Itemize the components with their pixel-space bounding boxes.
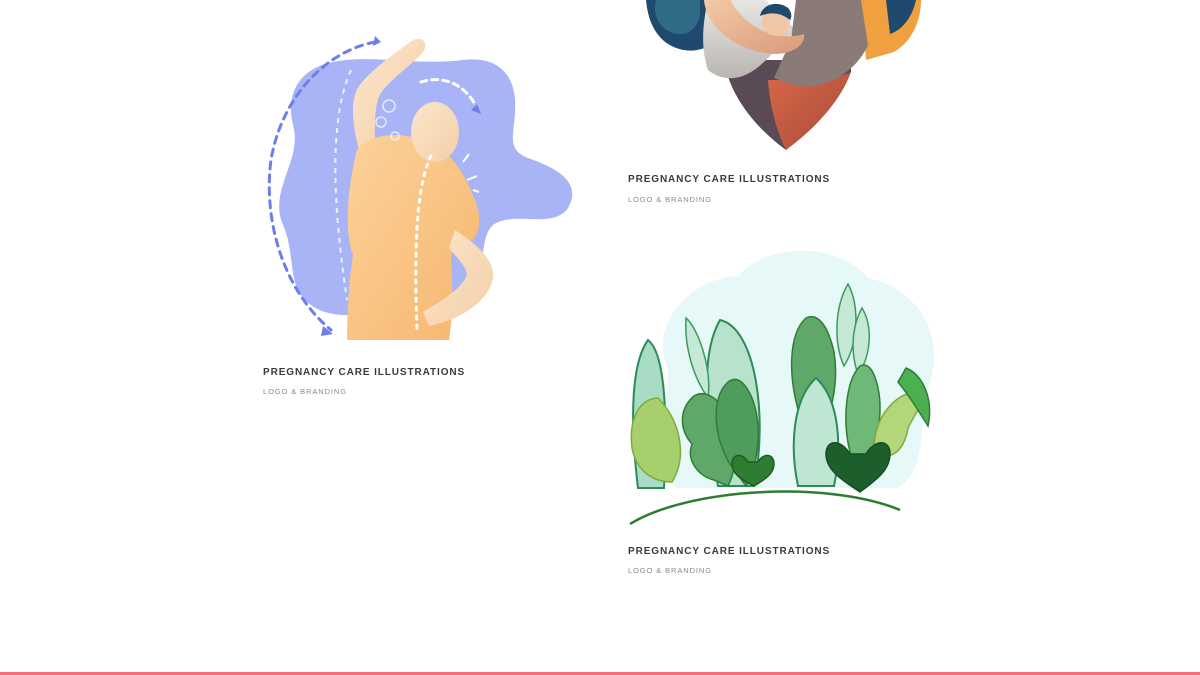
portfolio-item-title[interactable]: PREGNANCY CARE ILLUSTRATIONS [263,367,465,378]
portfolio-item-plants[interactable]: PREGNANCY CARE ILLUSTRATIONS LOGO & BRAN… [628,248,948,588]
portfolio-item-mother-baby[interactable]: PREGNANCY CARE ILLUSTRATIONS LOGO & BRAN… [628,0,928,210]
portfolio-item-category[interactable]: LOGO & BRANDING [628,566,712,575]
green-plants-illustration[interactable] [628,248,948,530]
portfolio-item-title[interactable]: PREGNANCY CARE ILLUSTRATIONS [628,174,830,185]
portfolio-item-category[interactable]: LOGO & BRANDING [628,195,712,204]
portfolio-item-title[interactable]: PREGNANCY CARE ILLUSTRATIONS [628,546,830,557]
mother-baby-heart-illustration[interactable] [646,0,926,155]
portfolio-item-category[interactable]: LOGO & BRANDING [263,387,347,396]
person-stretching-illustration[interactable] [263,30,583,350]
portfolio-item-stretching[interactable]: PREGNANCY CARE ILLUSTRATIONS LOGO & BRAN… [263,30,583,400]
